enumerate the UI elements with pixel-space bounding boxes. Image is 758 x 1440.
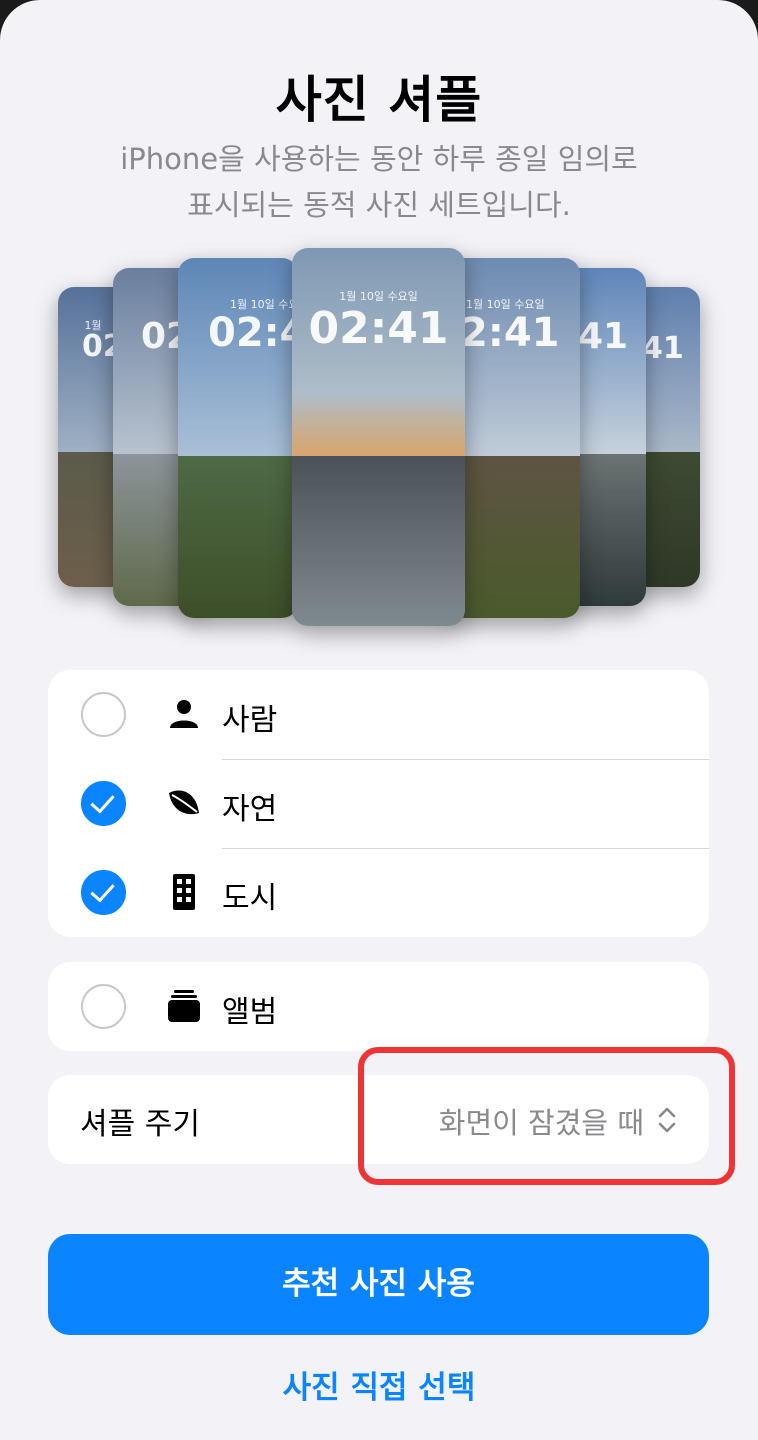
use-featured-photos-button[interactable]: 추천 사진 사용 (48, 1234, 709, 1335)
highlight-box (358, 1047, 735, 1185)
card-ground (448, 456, 580, 618)
card-date: 1월 10일 수요일 (339, 290, 418, 303)
category-label-people: 사람 (222, 703, 278, 738)
card-time: 41 (642, 331, 684, 366)
subtitle-line-1: iPhone을 사용하는 동안 하루 종일 임의로 (120, 142, 638, 176)
page-title: 사진 셔플 (275, 71, 483, 129)
album-label: 앨범 (222, 995, 278, 1030)
subtitle-line-2: 표시되는 동적 사진 세트입니다. (187, 188, 571, 222)
card-ground (178, 456, 298, 618)
card-sky (178, 258, 298, 456)
category-label-city: 도시 (222, 881, 278, 916)
building-icon (173, 874, 195, 910)
card-time: 02:4 (208, 310, 298, 356)
card-time: 41 (578, 316, 629, 357)
city-checkmark[interactable] (81, 870, 126, 915)
card-ground (292, 455, 465, 626)
page-subtitle: iPhone을 사용하는 동안 하루 종일 임의로 표시되는 동적 사진 세트입… (60, 136, 698, 228)
wallpaper-preview-card-3: 1월 10일 수요일 02:4 (178, 258, 298, 618)
leaf-icon (169, 790, 199, 815)
person-icon (170, 700, 198, 728)
category-row-nature[interactable]: 자연 (48, 759, 709, 848)
album-option-group: 앨범 (48, 962, 709, 1051)
choose-photos-manually-link[interactable]: 사진 직접 선택 (0, 1362, 758, 1407)
category-row-people[interactable]: 사람 (48, 670, 709, 759)
category-row-city[interactable]: 도시 (48, 848, 709, 937)
people-radio[interactable] (81, 692, 126, 737)
wallpaper-preview-gallery: 1월 02 02 1월 10일 수요일 02:4 41 41 1월 10일 (0, 240, 758, 640)
card-time: 02:41 (308, 303, 449, 354)
shuffle-frequency-label: 셔플 주기 (80, 1107, 200, 1142)
wallpaper-preview-card-5: 1월 10일 수요일 2:41 (448, 258, 580, 618)
album-radio[interactable] (81, 984, 126, 1029)
album-stack-icon (168, 990, 200, 1022)
category-label-nature: 자연 (222, 792, 278, 827)
card-time: 2:41 (460, 310, 560, 356)
sheet-background: 사진 셔플 iPhone을 사용하는 동안 하루 종일 임의로 표시되는 동적 … (0, 0, 758, 1440)
wallpaper-preview-card-4: 1월 10일 수요일 02:41 (292, 248, 465, 626)
album-row[interactable]: 앨범 (48, 962, 709, 1051)
nature-checkmark[interactable] (81, 781, 126, 826)
card-sky (448, 258, 580, 456)
photo-category-list: 사람 자연 도시 (48, 670, 709, 937)
